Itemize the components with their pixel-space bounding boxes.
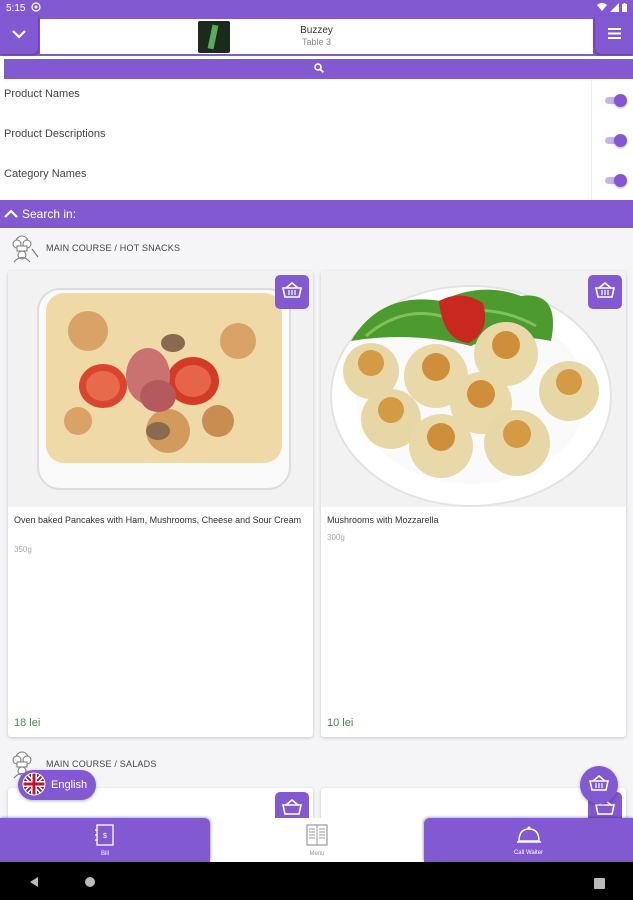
cloche-icon xyxy=(516,825,542,847)
product-names-toggle[interactable] xyxy=(605,94,627,107)
bottom-nav: $ Bill Menu Call Waiter xyxy=(0,818,633,862)
home-icon[interactable] xyxy=(84,875,96,893)
product-image xyxy=(8,271,313,507)
menu-book-icon xyxy=(305,823,329,848)
category-title: MAIN COURSE / SALADS xyxy=(46,759,157,769)
filter-product-names: Product Names xyxy=(0,80,633,120)
hamburger-menu-icon xyxy=(607,26,621,44)
product-name: Mushrooms with Mozzarella xyxy=(327,515,439,525)
product-card[interactable]: Oven baked Pancakes with Ham, Mushrooms,… xyxy=(8,271,313,737)
venue-logo xyxy=(198,21,230,53)
search-in-label: Search in: xyxy=(22,207,77,221)
bill-icon: $ xyxy=(94,823,116,848)
add-to-basket-button[interactable] xyxy=(275,275,309,309)
uk-flag-icon xyxy=(22,772,46,799)
product-weight: 350g xyxy=(14,545,32,554)
product-weight: 300g xyxy=(327,533,345,542)
filter-product-descriptions: Product Descriptions xyxy=(0,120,633,160)
chevron-up-icon xyxy=(4,207,18,221)
table-number: Table 3 xyxy=(301,37,331,48)
basket-icon xyxy=(595,281,615,303)
recents-icon[interactable] xyxy=(594,876,605,894)
add-to-basket-button[interactable] xyxy=(588,275,622,309)
product-image xyxy=(321,271,626,507)
venue-name: Buzzey xyxy=(300,24,333,36)
search-icon xyxy=(313,60,324,78)
category-names-toggle[interactable] xyxy=(605,174,627,187)
category-header: MAIN COURSE / SALADS xyxy=(0,746,633,782)
product-card[interactable]: Mushrooms with Mozzarella 300g 10 lei xyxy=(321,271,626,737)
filter-category-names: Category Names xyxy=(0,160,633,200)
category-header: MAIN COURSE / HOT SNACKS xyxy=(0,230,633,266)
call-waiter-label: Call Waiter xyxy=(513,849,544,856)
product-name: Oven baked Pancakes with Ham, Mushrooms,… xyxy=(14,515,302,525)
filter-label: Category Names xyxy=(4,168,87,180)
status-time: 5:15 xyxy=(6,2,26,14)
language-button[interactable]: English xyxy=(18,770,96,800)
bill-label: Bill xyxy=(100,850,109,857)
notification-icon xyxy=(31,1,42,15)
battery-icon xyxy=(622,2,627,14)
bill-tab[interactable]: $ Bill xyxy=(0,818,210,862)
app-header: Buzzey Table 3 xyxy=(0,16,633,56)
filter-label: Product Names xyxy=(4,88,80,100)
product-descriptions-toggle[interactable] xyxy=(605,134,627,147)
system-navigation xyxy=(0,862,633,900)
status-bar: 5:15 xyxy=(0,0,633,16)
menu-label: Menu xyxy=(309,850,325,857)
menu-button[interactable] xyxy=(595,16,633,54)
category-title: MAIN COURSE / HOT SNACKS xyxy=(46,243,181,253)
basket-icon xyxy=(282,281,302,303)
basket-button[interactable] xyxy=(580,766,618,804)
search-bar[interactable] xyxy=(4,59,633,79)
chevron-down-icon xyxy=(12,26,26,44)
add-to-basket-button[interactable] xyxy=(275,792,309,818)
wifi-icon xyxy=(597,2,607,14)
venue-header: Buzzey Table 3 xyxy=(40,19,593,54)
menu-tab[interactable]: Menu xyxy=(211,818,423,862)
back-icon[interactable] xyxy=(28,875,40,893)
product-card[interactable] xyxy=(321,788,626,818)
search-filters: Product Names Product Descriptions Categ… xyxy=(0,80,633,200)
chef-icon xyxy=(8,233,40,263)
svg-text:$: $ xyxy=(103,833,107,840)
product-price: 10 lei xyxy=(327,717,354,729)
language-label: English xyxy=(51,779,88,791)
basket-icon xyxy=(589,774,609,796)
filter-label: Product Descriptions xyxy=(4,128,106,140)
call-waiter-tab[interactable]: Call Waiter xyxy=(424,818,633,862)
collapse-button[interactable] xyxy=(0,16,38,54)
basket-icon xyxy=(282,798,302,819)
product-list: MAIN COURSE / HOT SNACKS Oven baked Panc… xyxy=(0,228,633,818)
signal-icon xyxy=(610,2,619,14)
search-in-toggle[interactable]: Search in: xyxy=(0,200,633,228)
product-price: 18 lei xyxy=(14,717,41,729)
